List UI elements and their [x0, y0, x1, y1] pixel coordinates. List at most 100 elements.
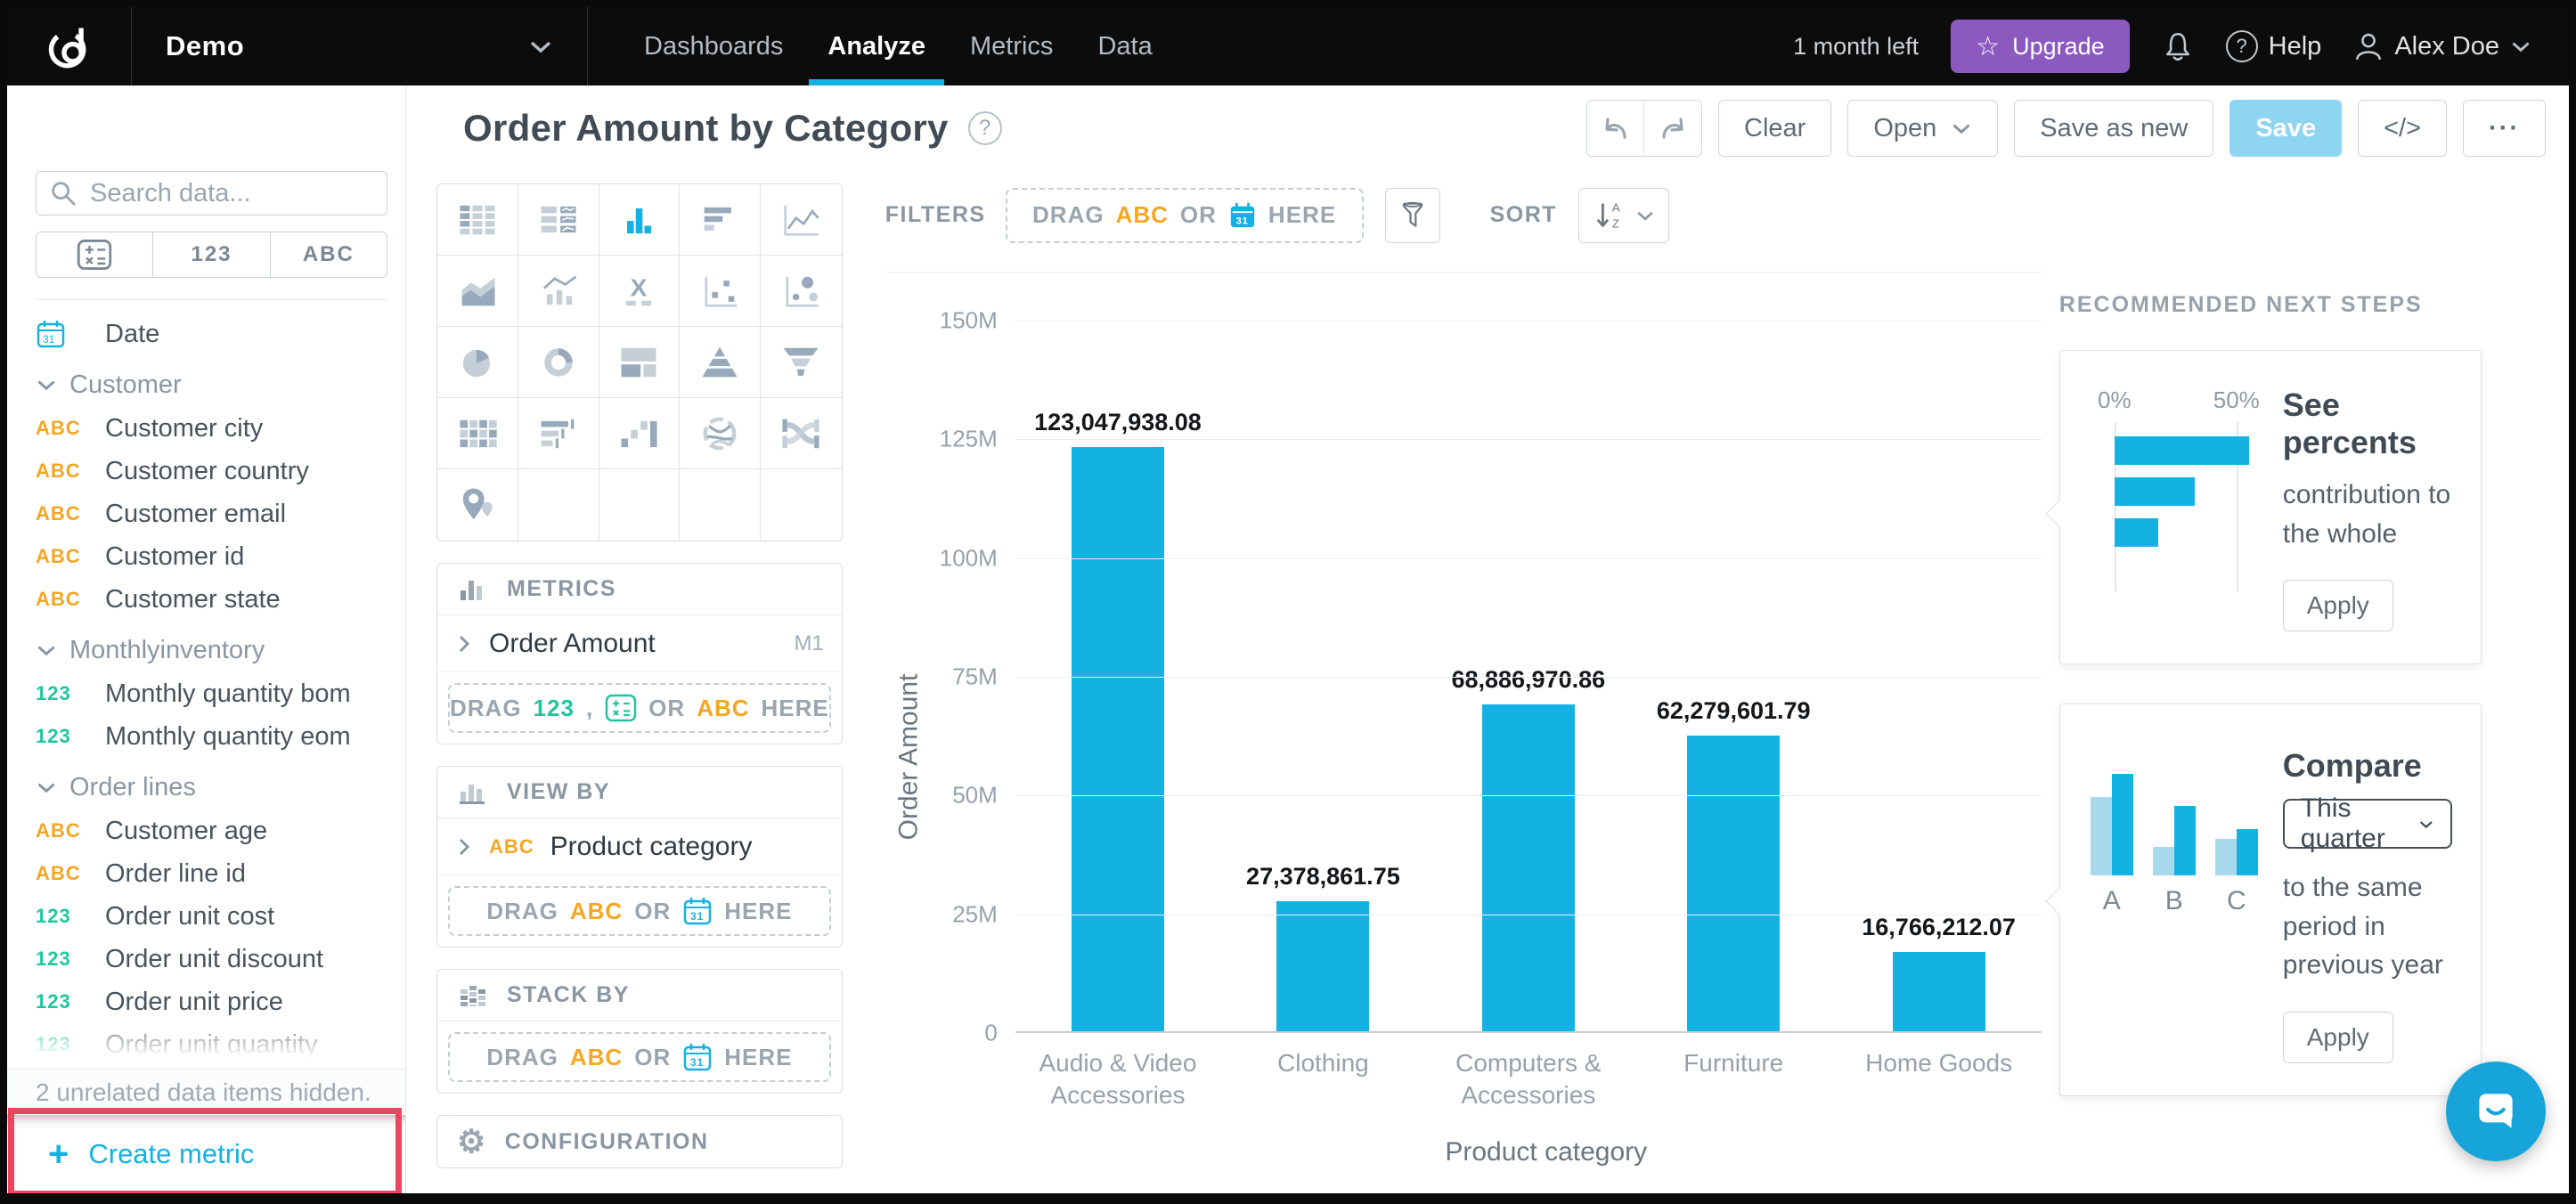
- y-tick-label: 125M: [939, 425, 998, 452]
- data-item-row[interactable]: 123 Monthly quantity eom: [36, 715, 405, 758]
- fact-badge: 123: [36, 725, 71, 747]
- calendar-icon: 31: [682, 896, 713, 926]
- view-by-item-product-category[interactable]: ABC Product category: [437, 818, 842, 875]
- viz-type-bullet-chart[interactable]: [518, 398, 599, 469]
- create-metric-button[interactable]: + Create metric: [7, 1108, 405, 1193]
- viz-type-table[interactable]: [437, 184, 518, 256]
- upgrade-button[interactable]: ☆ Upgrade: [1951, 20, 2130, 73]
- bar-series: 123,047,938.08 27,378,861.75 68,886,970.86…: [1015, 321, 2042, 1031]
- viz-type-donut-chart[interactable]: [518, 327, 599, 398]
- data-item-row[interactable]: ABC Customer city: [36, 407, 405, 450]
- data-item-row[interactable]: 123 Monthly quantity bom: [36, 672, 405, 715]
- chat-launcher[interactable]: [2446, 1062, 2546, 1161]
- viz-type-pyramid-chart[interactable]: [680, 327, 762, 398]
- save-as-new-button[interactable]: Save as new: [2014, 100, 2214, 157]
- apply-see-percents-button[interactable]: Apply: [2282, 580, 2393, 631]
- data-item-label: Order line id: [105, 858, 246, 888]
- viz-type-heatmap[interactable]: [437, 398, 518, 469]
- nav-data[interactable]: Data: [1075, 7, 1174, 85]
- top-nav-right: 1 month left ☆ Upgrade ? Help Alex Doe: [1793, 7, 2569, 85]
- data-item-row[interactable]: 123 Order unit price: [36, 980, 405, 1023]
- data-item-row[interactable]: 123 Order unit quantity: [36, 1023, 405, 1066]
- configuration-header[interactable]: ⚙ CONFIGURATION: [437, 1116, 842, 1167]
- viz-type-dependency-wheel[interactable]: [680, 398, 762, 469]
- data-group-row[interactable]: Customer: [36, 362, 405, 407]
- svg-text:A: A: [1612, 200, 1620, 214]
- viz-type-line-chart[interactable]: [761, 184, 842, 256]
- viz-type-repeater[interactable]: [518, 184, 599, 256]
- notifications-bell-icon[interactable]: [2162, 29, 2194, 63]
- viz-type-column-chart[interactable]: [599, 184, 681, 256]
- card-description: to the same period in previous year: [2282, 873, 2443, 980]
- search-input[interactable]: [88, 177, 374, 209]
- redo-button[interactable]: [1644, 101, 1702, 156]
- bar-1[interactable]: [1071, 447, 1164, 1031]
- data-item-row[interactable]: ABC Customer email: [36, 492, 405, 535]
- viz-type-combo-chart[interactable]: [518, 256, 599, 327]
- workspace-selector[interactable]: Demo: [132, 7, 588, 85]
- help-menu[interactable]: ? Help: [2225, 30, 2321, 62]
- bar-2[interactable]: [1276, 901, 1370, 1031]
- y-tick-label: 75M: [952, 663, 998, 690]
- data-item-row[interactable]: ABC Customer state: [36, 578, 405, 621]
- data-group-row[interactable]: Monthlyinventory: [36, 628, 405, 672]
- card-title: Compare: [2282, 747, 2422, 784]
- stack-by-drop-zone[interactable]: DRAG ABC OR 31 HERE: [448, 1032, 831, 1082]
- nav-metrics[interactable]: Metrics: [948, 7, 1075, 85]
- viz-type-headline[interactable]: X: [599, 256, 681, 327]
- data-item-row[interactable]: ABC Customer country: [36, 450, 405, 492]
- filter-attributes-tab[interactable]: ABC: [271, 232, 387, 277]
- title-help-icon[interactable]: ?: [967, 111, 1002, 145]
- clear-button[interactable]: Clear: [1718, 100, 1832, 157]
- data-item-row[interactable]: ABC Customer id: [36, 535, 405, 578]
- apply-compare-button[interactable]: Apply: [2282, 1011, 2393, 1063]
- data-item-row[interactable]: 123 Order unit discount: [36, 938, 405, 980]
- data-item-row[interactable]: ABC Customer age: [36, 809, 405, 852]
- viz-type-geo-pushpin[interactable]: [437, 469, 518, 541]
- bar-5[interactable]: [1892, 952, 1985, 1031]
- trial-countdown: 1 month left: [1793, 32, 1920, 60]
- nav-analyze[interactable]: Analyze: [805, 7, 948, 85]
- undo-button[interactable]: [1587, 101, 1645, 156]
- metric-item-order-amount[interactable]: Order Amount M1: [437, 615, 842, 672]
- y-axis-title: Order Amount: [893, 673, 924, 841]
- viz-type-funnel-chart[interactable]: [761, 327, 842, 398]
- viz-type-area-chart[interactable]: [437, 256, 518, 327]
- filter-metrics-tab[interactable]: [37, 232, 154, 277]
- account-menu[interactable]: Alex Doe: [2353, 31, 2531, 61]
- sort-button[interactable]: A Z: [1578, 187, 1670, 243]
- data-item-row[interactable]: ABC Order line id: [36, 852, 405, 895]
- save-button[interactable]: Save: [2230, 100, 2343, 157]
- embed-code-button[interactable]: </>: [2358, 100, 2448, 157]
- mini-tick-label: 50%: [2213, 386, 2260, 413]
- view-by-drop-zone[interactable]: DRAG ABC OR 31 HERE: [448, 886, 831, 936]
- period-select[interactable]: This quarter: [2282, 793, 2452, 853]
- bar-4[interactable]: [1687, 736, 1781, 1031]
- filters-drop-zone[interactable]: DRAG ABC OR 31 HERE: [1005, 187, 1364, 243]
- data-item-label: Customer email: [105, 499, 287, 528]
- viz-type-empty: [761, 469, 842, 541]
- recommendation-card-compare: A B C Compare This quarter to the same per…: [2045, 704, 2482, 1096]
- viz-type-waterfall-chart[interactable]: [599, 398, 681, 469]
- nav-dashboards[interactable]: Dashboards: [622, 7, 805, 85]
- viz-type-bar-chart[interactable]: [680, 184, 762, 256]
- viz-type-empty: [599, 469, 681, 541]
- filter-facts-tab[interactable]: 123: [153, 232, 271, 277]
- viz-type-treemap[interactable]: [599, 327, 681, 398]
- x-axis-labels: Audio & Video Accessories Clothing Compute…: [1015, 1033, 2042, 1112]
- viz-type-bubble-chart[interactable]: [761, 256, 842, 327]
- data-item-row[interactable]: 123 Order unit cost: [36, 895, 405, 938]
- viz-type-scatter-plot[interactable]: [680, 256, 762, 327]
- bar-3[interactable]: [1481, 704, 1575, 1031]
- more-options-button[interactable]: ···: [2463, 100, 2546, 157]
- viz-type-sankey-chart[interactable]: [761, 398, 842, 469]
- data-item-row[interactable]: 31 Date: [36, 313, 405, 355]
- search-box[interactable]: [36, 171, 387, 216]
- metrics-drop-zone[interactable]: DRAG 123 , OR ABC HERE: [448, 683, 831, 733]
- viz-type-pie-chart[interactable]: [437, 327, 518, 398]
- open-button[interactable]: Open: [1847, 100, 1999, 157]
- gooddata-logo[interactable]: [7, 7, 132, 85]
- filter-funnel-button[interactable]: [1384, 187, 1440, 243]
- data-group-row[interactable]: Order lines: [36, 765, 405, 809]
- chevron-down-icon: [1952, 124, 1970, 134]
